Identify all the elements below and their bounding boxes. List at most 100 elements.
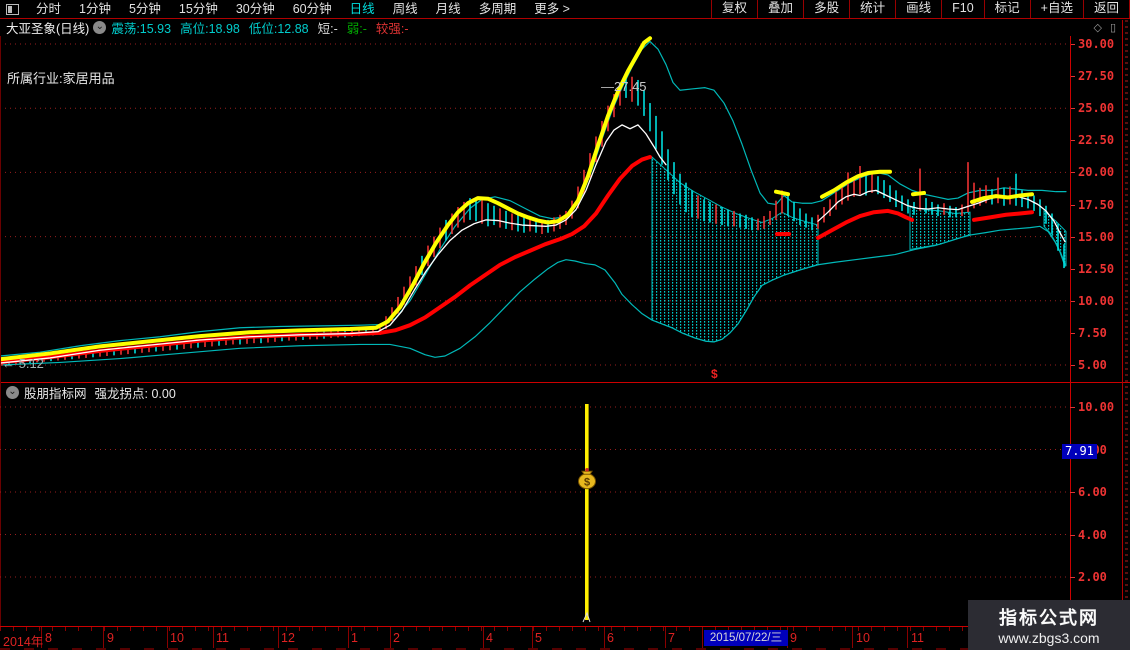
info-row: 大亚圣象(日线) ⌄ 震荡:15.93 高位:18.98 低位:12.88 短:- 弱:… — [0, 19, 1130, 36]
toolbar-button-多股[interactable]: 多股 — [803, 0, 849, 18]
month-boundary — [348, 627, 349, 649]
menu-item-周线[interactable]: 周线 — [384, 0, 427, 18]
main-axis-label: 17.50 — [1078, 197, 1115, 212]
stock-app-window: { "menubar": { "items": ["分时","1分钟","5分钟… — [0, 0, 1130, 650]
diamond-icon[interactable]: ◇ — [1093, 21, 1101, 34]
date-label: 5 — [535, 631, 542, 645]
date-label: 12 — [281, 631, 295, 645]
watermark-url: www.zbgs3.com — [998, 630, 1100, 646]
toolbar-button-复权[interactable]: 复权 — [711, 0, 757, 18]
money-marker: $ — [711, 367, 718, 381]
main-axis-label: 7.50 — [1078, 325, 1107, 340]
month-boundary — [604, 627, 605, 649]
menu-item-5分钟[interactable]: 5分钟 — [120, 0, 170, 18]
main-chart-canvas[interactable] — [0, 36, 1070, 382]
main-axis-label: 25.00 — [1078, 101, 1115, 116]
menu-item-分时[interactable]: 分时 — [27, 0, 70, 18]
month-boundary — [390, 627, 391, 649]
chevron-down-circle-icon[interactable]: ⌄ — [6, 385, 19, 399]
date-label: 10 — [170, 631, 184, 645]
industry-label: 所属行业:家居用品 — [7, 71, 115, 86]
date-label: 11 — [911, 631, 924, 645]
money-bag-icon: $ — [578, 467, 596, 490]
svg-text:$: $ — [584, 476, 590, 488]
period-menu: 分时 1分钟 5分钟 15分钟 30分钟 60分钟 日线 周线 月线 多周期 更多 > — [27, 0, 579, 18]
watermark: 指标公式网 www.zbgs3.com — [968, 600, 1130, 650]
date-label: 4 — [486, 631, 493, 645]
sub-panel-header: ⌄ 股朋指标网 强龙拐点: 0.00 — [0, 383, 1130, 401]
month-boundary — [532, 627, 533, 649]
menu-item-60分钟[interactable]: 60分钟 — [284, 0, 341, 18]
menu-item-多周期[interactable]: 多周期 — [470, 0, 526, 18]
month-boundary — [702, 627, 703, 649]
indicator-name-value: 强龙拐点: 0.00 — [94, 386, 176, 401]
sub-axis-label: 6.00 — [1078, 485, 1107, 499]
highlighted-date: 2015/07/22/三 — [704, 630, 788, 646]
month-boundary — [483, 627, 484, 649]
low-annotation: ← 5.12 — [2, 356, 44, 371]
info-field: 低位:12.88 — [248, 22, 309, 36]
window-layout-icon[interactable] — [6, 3, 19, 15]
toolbar-button-叠加[interactable]: 叠加 — [757, 0, 803, 18]
menubar: 分时 1分钟 5分钟 15分钟 30分钟 60分钟 日线 周线 月线 多周期 更多 > 复权 叠加 多股… — [0, 0, 1130, 19]
sub-axis-label: 2.00 — [1078, 570, 1107, 584]
date-label: 10 — [856, 631, 870, 645]
menu-item-日线[interactable]: 日线 — [341, 0, 384, 18]
month-boundary — [278, 627, 279, 649]
main-axis-label: 12.50 — [1078, 261, 1115, 276]
date-label: 8 — [45, 631, 52, 645]
sub-chart-canvas[interactable]: $ — [0, 402, 1070, 626]
toolbar-button-统计[interactable]: 统计 — [849, 0, 895, 18]
toolbar-button-标记[interactable]: 标记 — [983, 0, 1030, 18]
info-field: 高位:18.98 — [180, 22, 240, 36]
date-axis[interactable]: 2014年 8 9 10 11 12 1 2 4 5 6 7 9 10 11 2015/07/22/三 — [0, 626, 1130, 649]
month-boundary — [665, 627, 666, 649]
right-edge-strip[interactable] — [1122, 20, 1130, 648]
month-boundary — [852, 627, 853, 649]
menu-item-1分钟[interactable]: 1分钟 — [70, 0, 120, 18]
watermark-title: 指标公式网 — [999, 608, 1099, 628]
stock-title: 大亚圣象(日线) — [6, 22, 90, 36]
sub-axis-label: 10.00 — [1078, 400, 1115, 414]
toolbar-button-画线[interactable]: 画线 — [895, 0, 941, 18]
axis-tick — [1070, 492, 1075, 493]
toolbar-button-返回[interactable]: 返回 — [1082, 0, 1130, 18]
panel-icon[interactable]: ▯ — [1110, 21, 1116, 34]
current-value-badge: 7.91 — [1062, 444, 1097, 459]
month-boundary — [213, 627, 214, 649]
date-label: 1 — [351, 631, 358, 645]
axis-tick — [1070, 407, 1075, 408]
indicator-values: 震荡:15.93 高位:18.98 低位:12.88 短:- 弱:- 较强:- — [111, 18, 417, 37]
menu-item-15分钟[interactable]: 15分钟 — [170, 0, 227, 18]
month-boundary — [103, 627, 104, 649]
main-axis-label: 30.00 — [1078, 37, 1115, 51]
sub-axis-label: 4.00 — [1078, 527, 1107, 542]
date-label: 2 — [393, 631, 400, 645]
menu-item-月线[interactable]: 月线 — [427, 0, 470, 18]
axis-tick — [1070, 577, 1075, 578]
info-field: 短:- — [317, 22, 338, 36]
menu-item-30分钟[interactable]: 30分钟 — [227, 0, 284, 18]
info-field: 震荡:15.93 — [111, 22, 172, 36]
peak-annotation: —27.45 — [601, 79, 647, 94]
menu-item-更多 >[interactable]: 更多 > — [525, 0, 579, 18]
main-axis-label: 5.00 — [1078, 358, 1107, 372]
toolbar-right: 复权 叠加 多股 统计 画线 F10 标记 +自选 返回 — [711, 0, 1130, 18]
info-field: 弱:- — [346, 22, 367, 36]
toolbar-button-+自选[interactable]: +自选 — [1029, 0, 1083, 18]
month-boundary — [907, 627, 908, 649]
date-label: 7 — [668, 631, 675, 645]
date-label: 9 — [790, 631, 797, 645]
date-label: 11 — [216, 631, 229, 645]
main-axis-label: 22.50 — [1078, 133, 1115, 148]
main-axis-label: 10.00 — [1078, 293, 1115, 308]
main-axis-label: 20.00 — [1078, 165, 1115, 180]
main-axis-label: 15.00 — [1078, 229, 1115, 244]
main-axis-label: 27.50 — [1078, 69, 1115, 84]
indicator-source: 股朋指标网 — [24, 386, 87, 401]
date-label: 9 — [107, 631, 114, 645]
chevron-down-circle-icon[interactable]: ⌄ — [93, 21, 107, 34]
axis-tick — [1070, 534, 1075, 536]
toolbar-button-F10[interactable]: F10 — [941, 0, 984, 18]
date-label: 6 — [607, 631, 614, 645]
